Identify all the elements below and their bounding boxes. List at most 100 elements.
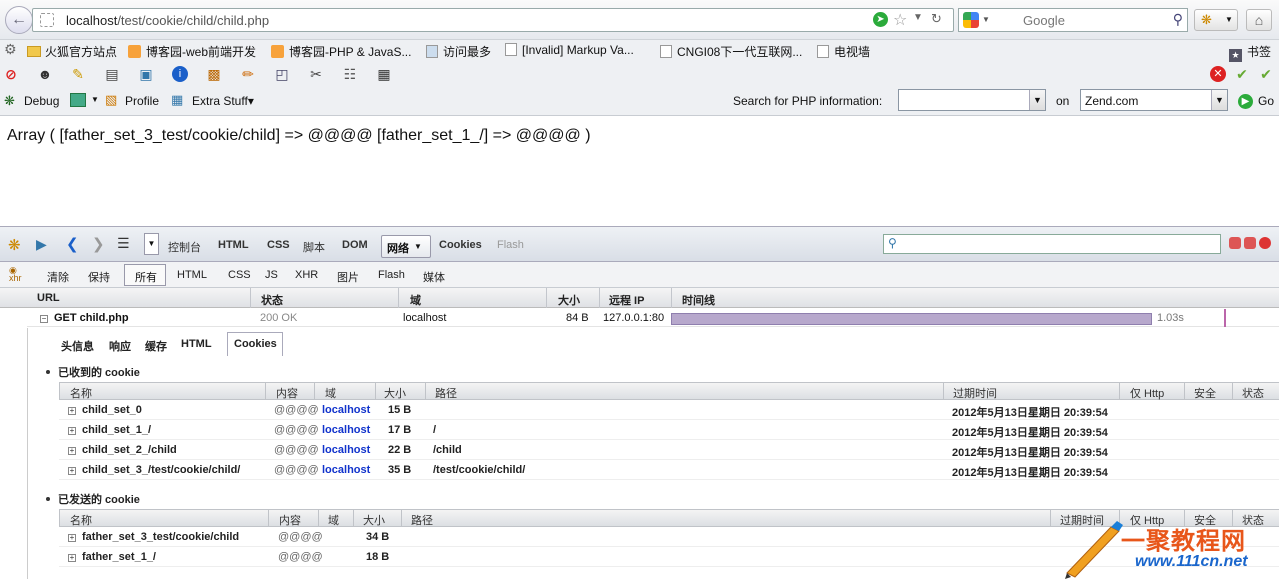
chevron-down-icon[interactable]: ▼	[1029, 90, 1045, 110]
check-icon[interactable]: ✔	[1234, 66, 1250, 82]
user-icon[interactable]: ☻	[37, 66, 53, 82]
go-icon[interactable]: ▶	[1238, 94, 1253, 109]
screen-icon[interactable]	[70, 93, 86, 107]
php-search-input[interactable]: ▼	[898, 89, 1046, 111]
forward-icon[interactable]: ❯	[92, 235, 105, 253]
site-select[interactable]: Zend.com ▼	[1080, 89, 1228, 111]
tab-css[interactable]: CSS	[267, 239, 290, 251]
col-secure[interactable]: 安全	[1194, 385, 1216, 401]
bookmark-item[interactable]: 博客园-web前端开发	[128, 43, 256, 60]
chevron-down-icon[interactable]: ▼	[1211, 90, 1227, 110]
bookmark-item[interactable]: 博客园-PHP & JavaS...	[271, 43, 411, 60]
filter-all[interactable]: 所有	[124, 264, 166, 286]
back-icon[interactable]: ❮	[66, 235, 79, 253]
close-icon[interactable]	[1259, 237, 1271, 249]
menu-icon[interactable]: ☰	[117, 235, 130, 252]
filter-html[interactable]: HTML	[177, 269, 207, 281]
check-icon[interactable]: ✔	[1258, 66, 1274, 82]
expand-icon[interactable]: +	[68, 467, 76, 475]
bookmarks-menu[interactable]: ★ 书签	[1229, 43, 1271, 62]
expand-icon[interactable]: +	[68, 534, 76, 542]
col-expires[interactable]: 过期时间	[953, 385, 997, 401]
profile-button[interactable]: Profile	[125, 94, 159, 108]
col-domain[interactable]: 域	[325, 385, 336, 401]
col-size[interactable]: 大小	[558, 292, 580, 308]
bookmark-item[interactable]: 火狐官方站点	[27, 43, 117, 60]
col-timeline[interactable]: 时间线	[682, 292, 715, 308]
col-path[interactable]: 路径	[411, 512, 433, 528]
col-content[interactable]: 内容	[276, 385, 298, 401]
home-button[interactable]: ⌂	[1246, 9, 1272, 31]
filter-js[interactable]: JS	[265, 269, 278, 281]
dropdown-icon[interactable]: ▼	[913, 12, 923, 23]
source-icon[interactable]: ☷	[342, 66, 358, 82]
chevron-down-icon[interactable]: ▼	[144, 233, 159, 255]
firebug-menu-button[interactable]: ❋ ▼	[1194, 9, 1238, 31]
pencil-icon[interactable]: ✎	[70, 66, 86, 82]
col-domain[interactable]: 域	[328, 512, 339, 528]
col-content[interactable]: 内容	[279, 512, 301, 528]
col-httponly[interactable]: 仅 Http	[1130, 385, 1164, 401]
chevron-down-icon[interactable]: ▼	[91, 95, 99, 104]
col-status[interactable]: 状态	[261, 292, 283, 308]
cookie-row[interactable]: + child_set_1_/ @@@@ localhost 17 B / 201…	[59, 420, 1279, 440]
firebug-icon[interactable]: ❋	[8, 236, 21, 254]
firebug-search-input[interactable]: ⚲	[883, 234, 1221, 254]
cookie-row[interactable]: + child_set_3_/test/cookie/child/ @@@@ lo…	[59, 460, 1279, 480]
expand-icon[interactable]: +	[68, 447, 76, 455]
extra-stuff-menu[interactable]: Extra Stuff▾	[192, 94, 254, 108]
magnifier-icon[interactable]: ⚲	[1173, 11, 1183, 28]
engine-dropdown-icon[interactable]: ▼	[982, 15, 990, 24]
address-bar[interactable]: localhost/test/cookie/child/child.php ➤ …	[32, 8, 954, 32]
col-name[interactable]: 名称	[70, 385, 92, 401]
tab-script[interactable]: 脚本	[303, 239, 325, 255]
filter-flash[interactable]: Flash	[378, 269, 405, 281]
cookie-row[interactable]: + child_set_0 @@@@ localhost 15 B 2012年5月…	[59, 400, 1279, 420]
tab-cache[interactable]: 缓存	[145, 338, 167, 354]
go-icon[interactable]: ➤	[873, 12, 888, 27]
bookmark-item[interactable]: [Invalid] Markup Va...	[505, 43, 634, 57]
filter-xhr[interactable]: XHR	[295, 269, 318, 281]
inspect-icon[interactable]: ▶	[36, 236, 47, 253]
col-path[interactable]: 路径	[435, 385, 457, 401]
tab-html[interactable]: HTML	[218, 239, 249, 251]
tab-dom[interactable]: DOM	[342, 239, 368, 251]
filter-images[interactable]: 图片	[337, 269, 359, 285]
go-button[interactable]: Go	[1258, 94, 1274, 108]
back-button[interactable]: ←	[5, 6, 33, 34]
bookmark-item[interactable]: 访问最多	[426, 43, 491, 60]
tab-detail-html[interactable]: HTML	[181, 338, 212, 350]
gear-icon[interactable]: ⚙	[4, 41, 17, 58]
misc-icon[interactable]: ▩	[206, 66, 222, 82]
search-box[interactable]: ▼ Google ⚲	[958, 8, 1188, 32]
tab-response[interactable]: 响应	[109, 338, 131, 354]
col-size[interactable]: 大小	[384, 385, 406, 401]
bookmark-item[interactable]: 电视墙	[817, 43, 870, 60]
outline-icon[interactable]: ✏	[240, 66, 256, 82]
resize-icon[interactable]: ◰	[274, 66, 290, 82]
star-icon[interactable]: ☆	[893, 10, 907, 30]
filter-media[interactable]: 媒体	[423, 269, 445, 285]
expand-icon[interactable]: +	[68, 427, 76, 435]
filter-css[interactable]: CSS	[228, 269, 251, 281]
tab-cookies[interactable]: Cookies	[439, 239, 482, 251]
tab-net[interactable]: 网络 ▼	[381, 235, 431, 258]
reload-icon[interactable]: ↻	[931, 11, 942, 27]
bookmark-item[interactable]: CNGI08下一代互联网...	[660, 43, 802, 60]
persist-button[interactable]: 保持	[88, 269, 110, 285]
col-name[interactable]: 名称	[70, 512, 92, 528]
options-icon[interactable]: ▦	[376, 66, 392, 82]
collapse-icon[interactable]: −	[40, 315, 48, 323]
col-status[interactable]: 状态	[1242, 385, 1264, 401]
info-icon[interactable]: i	[172, 66, 188, 82]
expand-icon[interactable]: +	[68, 554, 76, 562]
disable-icon[interactable]: ⊘	[3, 66, 19, 82]
col-url[interactable]: URL	[37, 292, 60, 304]
cookie-row[interactable]: + child_set_2_/child @@@@ localhost 22 B …	[59, 440, 1279, 460]
tools-icon[interactable]: ✂	[308, 66, 324, 82]
request-row[interactable]: − GET child.php 200 OK localhost 84 B 127…	[27, 309, 1279, 327]
tab-flash[interactable]: Flash	[497, 239, 524, 251]
error-icon[interactable]: ✕	[1210, 66, 1226, 82]
detach-icon[interactable]	[1244, 237, 1256, 249]
tab-headers[interactable]: 头信息	[61, 338, 94, 354]
